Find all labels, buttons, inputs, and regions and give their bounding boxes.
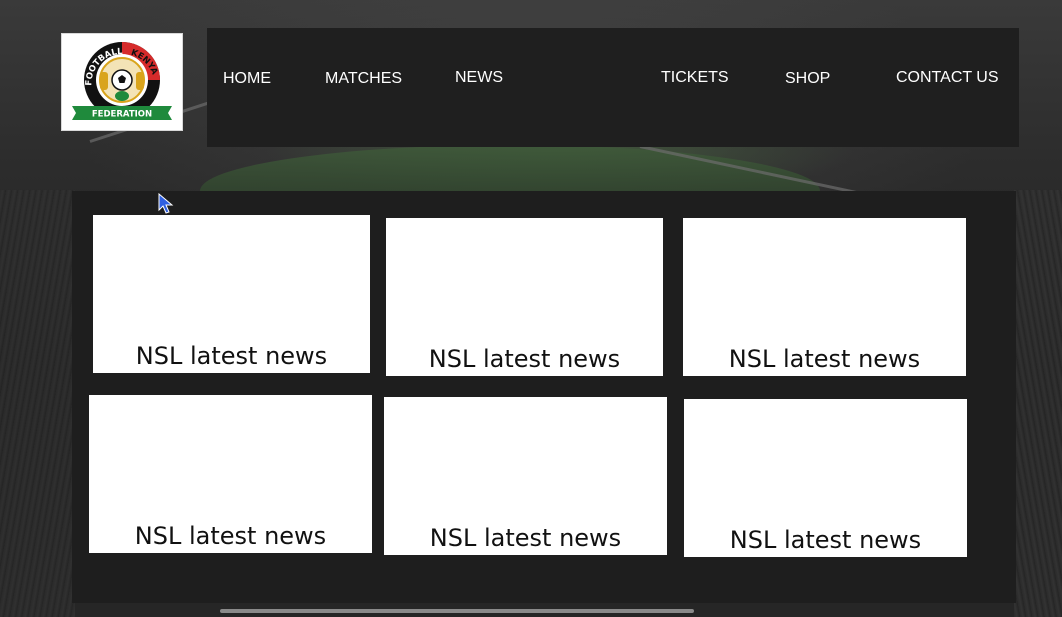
main-navigation: HOME MATCHES NEWS TICKETS SHOP CONTACT U… (207, 28, 1019, 147)
news-card-label: NSL latest news (429, 524, 622, 552)
football-kenya-federation-logo-icon: FOOTBALL KENYA FEDERATION (72, 42, 172, 120)
news-card[interactable]: NSL latest news (93, 215, 370, 373)
nav-item-shop[interactable]: SHOP (785, 70, 830, 88)
news-card[interactable]: NSL latest news (89, 395, 372, 553)
nav-item-contact-us[interactable]: CONTACT US (896, 69, 999, 87)
news-card-label: NSL latest news (134, 522, 327, 550)
news-card-label: NSL latest news (428, 345, 621, 373)
news-card-label: NSL latest news (135, 342, 328, 370)
nav-item-news[interactable]: NEWS (455, 69, 503, 87)
nav-item-home[interactable]: HOME (223, 70, 271, 88)
news-card-label: NSL latest news (728, 345, 921, 373)
news-panel: NSL latest news NSL latest news NSL late… (72, 191, 1016, 603)
stadium-stand-right (1014, 190, 1062, 617)
nav-item-matches[interactable]: MATCHES (325, 70, 402, 88)
stadium-stand-left (0, 190, 75, 617)
horizontal-scrollbar[interactable] (220, 609, 694, 613)
news-card-label: NSL latest news (729, 526, 922, 554)
nav-item-tickets[interactable]: TICKETS (661, 69, 729, 87)
logo-banner-text: FEDERATION (92, 110, 152, 120)
news-card[interactable]: NSL latest news (683, 218, 966, 376)
news-card[interactable]: NSL latest news (684, 399, 967, 557)
site-logo[interactable]: FOOTBALL KENYA FEDERATION (61, 33, 183, 131)
news-card[interactable]: NSL latest news (386, 218, 663, 376)
mouse-cursor-icon (158, 192, 174, 220)
news-card[interactable]: NSL latest news (384, 397, 667, 555)
